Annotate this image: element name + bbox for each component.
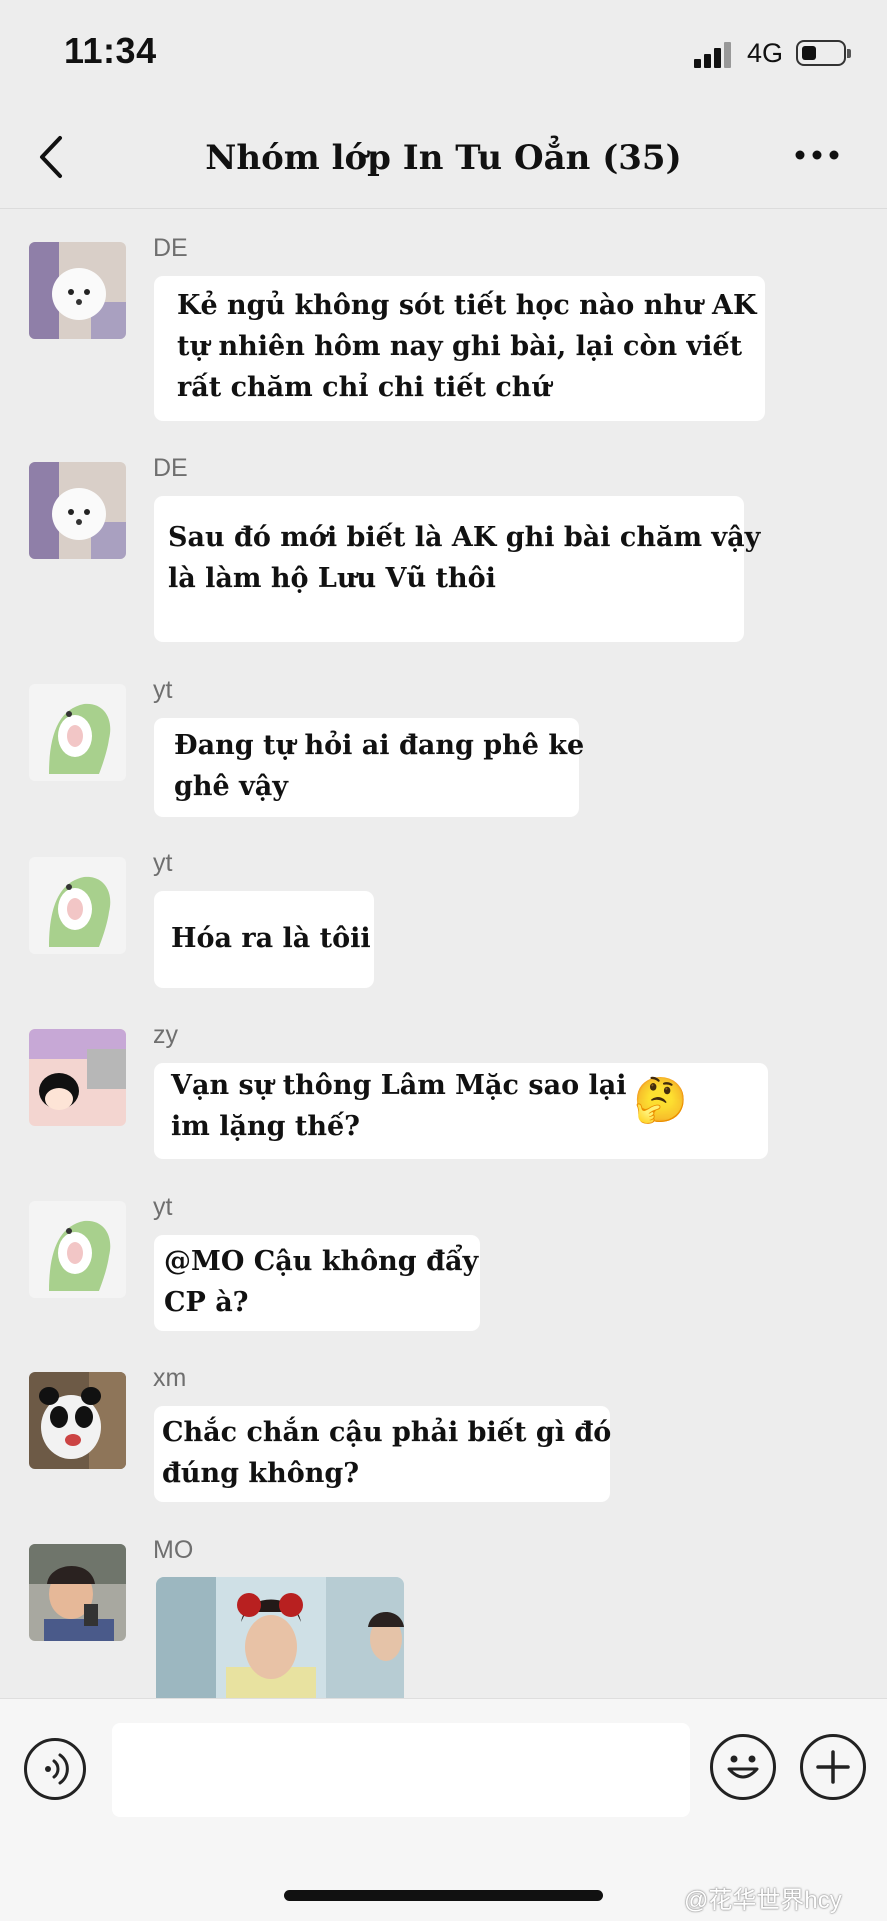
sender-name: yt [153, 1193, 173, 1221]
thinking-emoji: 🤔 [633, 1075, 688, 1126]
sender-name: zy [153, 1021, 178, 1049]
message-text-line: CP à? [164, 1287, 249, 1318]
message-text-line: ghê vậy [174, 771, 288, 802]
message-text-line: Đang tự hỏi ai đang phê ke [174, 730, 585, 761]
avatar[interactable] [29, 462, 126, 559]
avatar[interactable] [29, 242, 126, 339]
chat-header: Nhóm lớp In Tu Oẳn (35) [0, 110, 887, 209]
plus-icon[interactable] [800, 1734, 866, 1800]
sender-name: yt [153, 849, 173, 877]
status-time: 11:34 [64, 30, 157, 71]
message-text-line: Hóa ra là tôii [171, 923, 371, 954]
sender-name: DE [153, 234, 188, 262]
more-icon[interactable] [790, 140, 850, 170]
image-message[interactable] [156, 1577, 404, 1698]
battery-icon [796, 40, 851, 66]
sender-name: yt [153, 676, 173, 704]
message-bubble[interactable]: Hóa ra là tôii [154, 891, 374, 988]
message-text-line: @MO Cậu không đẩy [164, 1246, 479, 1277]
avatar[interactable] [29, 1029, 126, 1126]
message-bubble[interactable]: Sau đó mới biết là AK ghi bài chăm vậy l… [154, 496, 761, 642]
emoji-icon[interactable] [710, 1734, 776, 1800]
message-input[interactable] [112, 1723, 690, 1817]
watermark: @花华世界hcy [684, 1887, 842, 1914]
sender-name: MO [153, 1536, 194, 1564]
message-text-line: đúng không? [162, 1458, 360, 1489]
message-text-line: Sau đó mới biết là AK ghi bài chăm vậy [168, 522, 761, 553]
message-text-line: Kẻ ngủ không sót tiết học nào như AK [177, 290, 757, 321]
message-bubble[interactable]: Chắc chắn cậu phải biết gì đó đúng không… [154, 1406, 612, 1502]
sender-name: DE [153, 454, 188, 482]
message-text-line: Chắc chắn cậu phải biết gì đó [162, 1417, 612, 1448]
message-bubble[interactable]: Vạn sự thông Lâm Mặc sao lại im lặng thế… [154, 1063, 768, 1159]
message-bubble[interactable]: Kẻ ngủ không sót tiết học nào như AK tự … [154, 276, 765, 421]
status-bar: 11:34 4G [0, 0, 887, 110]
avatar[interactable] [29, 1544, 126, 1641]
avatar[interactable] [29, 857, 126, 954]
message-text-line: tự nhiên hôm nay ghi bài, lại còn viết [177, 331, 743, 362]
avatar[interactable] [29, 1372, 126, 1469]
avatar[interactable] [29, 684, 126, 781]
sender-name: xm [153, 1364, 187, 1392]
network-label: 4G [747, 38, 784, 68]
message-text-line: là làm hộ Lưu Vũ thôi [168, 563, 496, 594]
signal-icon [694, 40, 738, 68]
voice-icon[interactable] [24, 1738, 86, 1800]
message-bubble[interactable]: Đang tự hỏi ai đang phê ke ghê vậy [154, 718, 585, 817]
home-indicator[interactable] [284, 1890, 603, 1901]
message-bubble[interactable]: @MO Cậu không đẩy CP à? [154, 1235, 480, 1331]
message-text-line: rất chăm chỉ chi tiết chứ [177, 372, 552, 403]
chat-title: Nhóm lớp In Tu Oẳn (35) [205, 138, 682, 178]
avatar[interactable] [29, 1201, 126, 1298]
